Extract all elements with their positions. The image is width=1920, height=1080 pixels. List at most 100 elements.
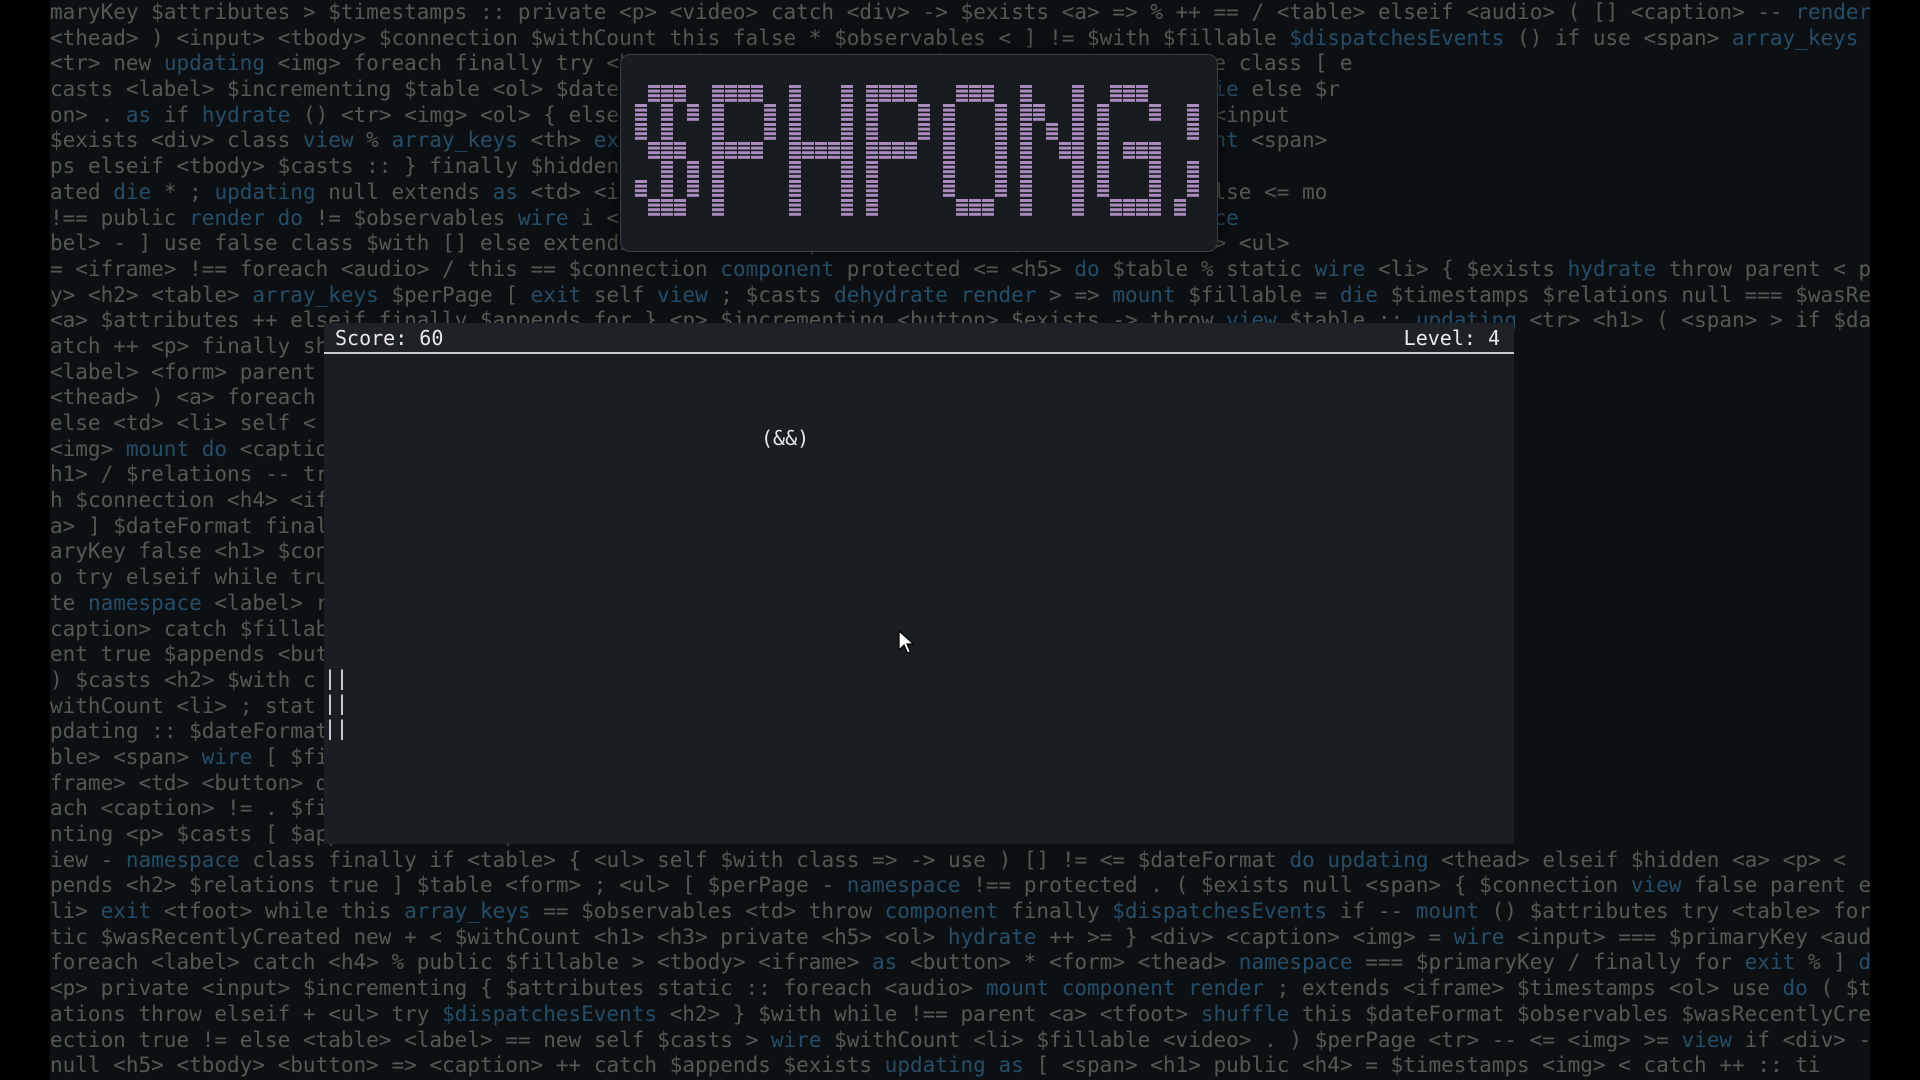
logo-pixel [1136,199,1148,202]
logo-pixel [789,184,801,188]
logo-pixel [1123,146,1135,150]
logo-pixel [687,189,699,193]
logo-pixel [712,132,724,136]
logo-pixel [1187,136,1199,140]
logo-pixel [969,85,981,88]
mouse-pointer-icon [898,630,916,654]
logo-pixel [712,123,724,126]
logo-pixel [879,151,891,155]
logo-pixel [802,155,814,159]
logo-pixel [661,142,673,145]
logo-pixel [1097,146,1109,150]
logo-pixel [841,184,853,188]
logo-pixel [1020,151,1032,155]
logo-pixel [648,94,660,98]
logo-pixel [1072,170,1084,174]
logo-pixel [764,136,776,140]
logo-pixel [943,180,955,183]
logo-pixel [1072,189,1084,193]
logo-pixel [866,136,878,140]
logo-pixel [1123,212,1135,216]
logo-pixel [1072,212,1084,216]
logo-pixel [764,132,776,136]
logo-pixel [1149,142,1161,145]
logo-pixel [738,151,750,155]
logo-pixel [982,203,994,207]
logo-pixel [918,113,930,117]
player-paddle[interactable]: || || || [324,666,348,741]
logo-pixel [751,94,763,98]
logo-pixel [1020,104,1032,107]
level-display: Level: 4 [1403,326,1500,350]
logo-pixel [1174,212,1186,216]
logo-pixel [674,146,686,150]
logo-pixel [1149,203,1161,207]
logo-pixel [995,117,1007,121]
logo-pixel [1072,123,1084,126]
code-line: y> <h2> <table> array_keys $perPage [ ex… [50,282,1870,307]
logo-pixel [1020,108,1032,112]
logo-pixel [1174,199,1186,202]
logo-pixel [1136,142,1148,145]
logo-pixel [1072,104,1084,107]
logo-pixel [841,89,853,93]
logo-pixel [789,132,801,136]
logo-pixel [712,85,724,88]
logo-pixel [1123,199,1135,202]
logo-pixel [918,136,930,140]
logo-pixel [1020,142,1032,145]
logo-pixel [661,104,673,107]
logo-pixel [1187,180,1199,183]
logo-pixel [892,155,904,159]
logo-pixel [674,94,686,98]
logo-pixel [995,132,1007,136]
logo-pixel [866,199,878,202]
logo-pixel [789,136,801,140]
logo-pixel [712,199,724,202]
logo-pixel [815,155,827,159]
code-line: li> exit <tfoot> while this array_keys =… [50,899,1870,924]
logo-pixel [1149,170,1161,174]
logo-pixel [943,117,955,121]
logo-pixel [1149,117,1161,121]
logo-pixel [1149,189,1161,193]
logo-pixel [712,170,724,174]
logo-pixel [661,199,673,202]
logo-pixel [661,123,673,126]
logo-pixel [828,151,840,155]
logo-pixel [1020,199,1032,202]
logo-pixel [879,94,891,98]
logo-pixel [943,151,955,155]
logo-pixel [635,113,647,117]
logo-pixel [687,104,699,107]
logo-pixel [648,155,660,159]
logo-pixel [738,155,750,159]
logo-pixel [738,146,750,150]
logo-pixel [1046,132,1058,136]
logo-pixel [674,85,686,88]
logo-pixel [879,98,891,102]
logo-pixel [751,89,763,93]
logo-pixel [661,132,673,136]
logo-pixel [828,142,840,145]
logo-pixel [712,208,724,212]
logo-pixel [956,199,968,202]
logo-pixel [1046,123,1058,126]
game-field[interactable]: (&&) || || || [324,354,1514,844]
logo-pixel [751,146,763,150]
logo-pixel [789,199,801,202]
logo-pixel [725,142,737,145]
logo-pixel [1187,170,1199,174]
code-line: iew - namespace class finally if <table>… [50,847,1846,872]
logo-pixel [789,174,801,178]
logo-pixel [661,108,673,112]
logo-pixel [661,89,673,93]
logo-pixel [1149,212,1161,216]
logo-pixel [751,155,763,159]
logo-pixel [943,170,955,174]
logo-pixel [1149,108,1161,112]
logo-pixel [995,174,1007,178]
logo-pixel [982,85,994,88]
logo-pixel [635,136,647,140]
logo-pixel [764,117,776,121]
